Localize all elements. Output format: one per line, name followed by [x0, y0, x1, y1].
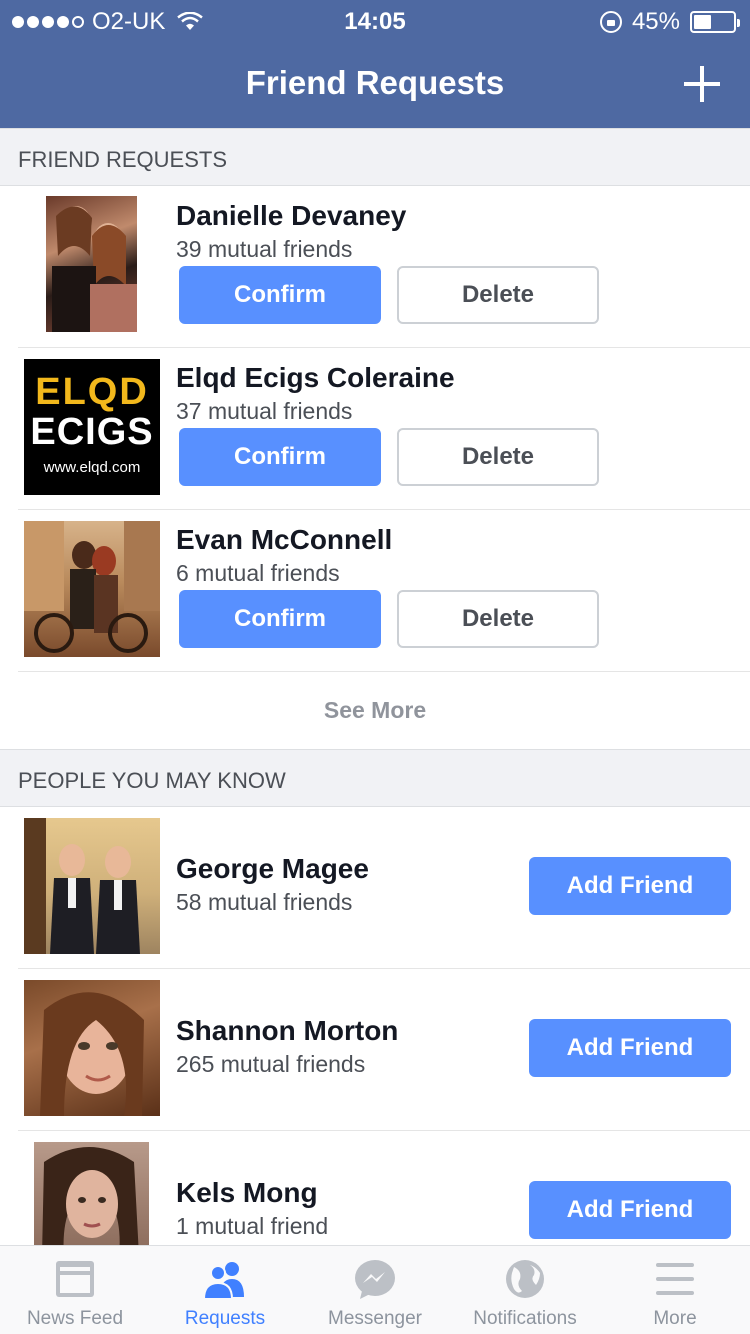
- avatar[interactable]: [46, 196, 137, 332]
- mutual-friends: 37 mutual friends: [176, 398, 353, 424]
- suggestion-name[interactable]: Kels Mong: [176, 1177, 318, 1209]
- suggestion-name[interactable]: George Magee: [176, 853, 369, 885]
- battery-percent: 45%: [631, 8, 680, 35]
- people-you-may-know-header: PEOPLE YOU MAY KNOW: [0, 749, 750, 807]
- messenger-icon: [355, 1260, 395, 1299]
- tab-label: Requests: [184, 1308, 266, 1329]
- avatar-photo: [42, 1147, 139, 1256]
- logo-text-top: ELQD: [35, 371, 149, 413]
- avatar-photo: [40, 992, 144, 1116]
- avatar[interactable]: [34, 1142, 149, 1256]
- avatar-photo: [52, 206, 137, 332]
- friend-request-row: Danielle Devaney 39 mutual friends Confi…: [0, 186, 750, 348]
- tab-news-feed[interactable]: News Feed: [0, 1246, 150, 1334]
- add-friend-button[interactable]: Add Friend: [529, 857, 731, 915]
- mutual-friends: 58 mutual friends: [176, 889, 353, 915]
- tab-label: Notifications: [473, 1308, 577, 1329]
- see-more-link[interactable]: See More: [0, 670, 750, 750]
- news-feed-icon: [56, 1261, 94, 1297]
- add-icon[interactable]: [682, 64, 722, 104]
- page-title: Friend Requests: [245, 64, 505, 101]
- avatar-photo: [24, 818, 140, 954]
- tab-messenger[interactable]: Messenger: [300, 1246, 450, 1334]
- status-right: 45%: [599, 8, 740, 36]
- top-bar: O2-UK 14:05 45% Friend Requests: [0, 0, 750, 128]
- logo-url: www.elqd.com: [43, 459, 141, 476]
- requests-icon: [202, 1262, 244, 1300]
- battery-icon: [690, 11, 740, 33]
- tab-label: More: [653, 1308, 697, 1329]
- add-friend-button[interactable]: Add Friend: [529, 1181, 731, 1239]
- logo-text-bottom: ECIGS: [30, 411, 154, 453]
- tab-label: News Feed: [26, 1308, 124, 1329]
- mutual-friends: 6 mutual friends: [176, 560, 340, 586]
- menu-icon: [656, 1263, 694, 1295]
- mutual-friends: 1 mutual friend: [176, 1213, 329, 1239]
- tab-notifications[interactable]: Notifications: [450, 1246, 600, 1334]
- tab-requests[interactable]: Requests: [150, 1246, 300, 1334]
- suggestion-row: Shannon Morton 265 mutual friends Add Fr…: [0, 969, 750, 1131]
- friend-requests-header: FRIEND REQUESTS: [0, 128, 750, 186]
- delete-button[interactable]: Delete: [397, 266, 599, 324]
- tab-bar: News Feed Requests Messenger Notificatio…: [0, 1245, 750, 1334]
- request-name[interactable]: Danielle Devaney: [176, 200, 406, 232]
- elqd-logo[interactable]: ELQD ECIGS www.elqd.com: [24, 359, 160, 495]
- request-name[interactable]: Evan McConnell: [176, 524, 392, 556]
- avatar[interactable]: [24, 980, 160, 1116]
- suggestion-name[interactable]: Shannon Morton: [176, 1015, 398, 1047]
- delete-button[interactable]: Delete: [397, 428, 599, 486]
- avatar[interactable]: [24, 818, 160, 954]
- tab-label: Messenger: [328, 1308, 422, 1329]
- friend-request-row: ELQD ECIGS www.elqd.com Elqd Ecigs Coler…: [0, 348, 750, 510]
- confirm-button[interactable]: Confirm: [179, 266, 381, 324]
- avatar[interactable]: [24, 521, 160, 657]
- rotation-lock-icon: [599, 11, 622, 33]
- status-bar: O2-UK 14:05 45%: [0, 0, 750, 40]
- tab-more[interactable]: More: [600, 1246, 750, 1334]
- mutual-friends: 39 mutual friends: [176, 236, 353, 262]
- mutual-friends: 265 mutual friends: [176, 1051, 366, 1077]
- confirm-button[interactable]: Confirm: [179, 590, 381, 648]
- avatar-photo: [24, 521, 160, 653]
- add-friend-button[interactable]: Add Friend: [529, 1019, 731, 1077]
- globe-icon: [506, 1260, 544, 1298]
- delete-button[interactable]: Delete: [397, 590, 599, 648]
- request-name[interactable]: Elqd Ecigs Coleraine: [176, 362, 455, 394]
- suggestion-row: George Magee 58 mutual friends Add Frien…: [0, 807, 750, 969]
- confirm-button[interactable]: Confirm: [179, 428, 381, 486]
- friend-request-row: Evan McConnell 6 mutual friends Confirm …: [0, 510, 750, 672]
